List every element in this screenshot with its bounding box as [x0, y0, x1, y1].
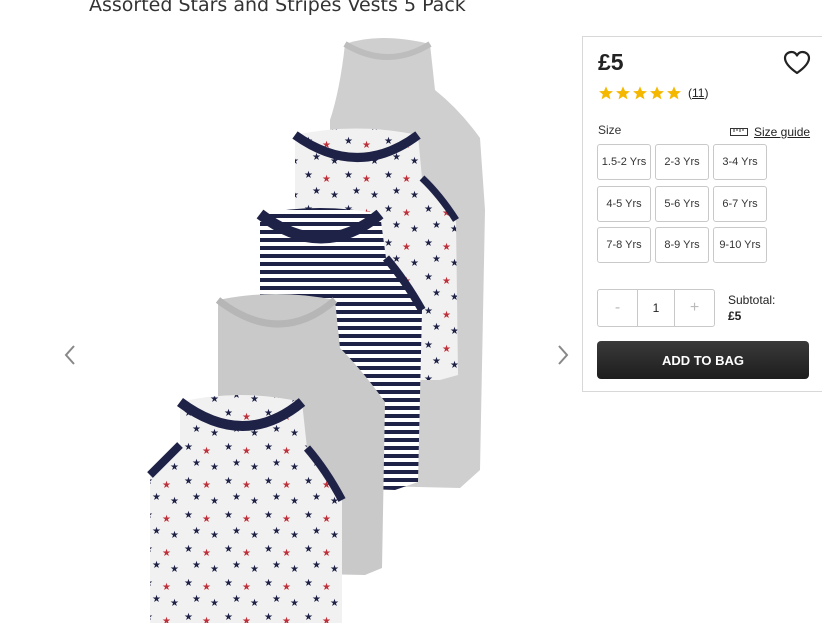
purchase-panel: £5 (11) Size Size guide 1.5-2 Yrs 2-3 Yr…	[582, 36, 822, 392]
review-count: (11)	[688, 86, 709, 100]
product-title: Assorted Stars and Stripes Vests 5 Pack	[89, 0, 466, 16]
product-price: £5	[598, 49, 624, 75]
quantity-stepper: - +	[597, 289, 715, 327]
star-icon	[650, 86, 664, 100]
star-icon	[616, 86, 630, 100]
product-image[interactable]: ★ ★ ★ ★	[140, 30, 510, 623]
size-option[interactable]: 1.5-2 Yrs	[597, 144, 651, 180]
quantity-decrement-button[interactable]: -	[598, 290, 637, 326]
review-count-link[interactable]: 11	[692, 86, 704, 100]
product-gallery: ★ ★ ★ ★	[0, 30, 580, 623]
size-option[interactable]: 6-7 Yrs	[713, 186, 767, 222]
size-option[interactable]: 8-9 Yrs	[655, 227, 709, 263]
size-option[interactable]: 5-6 Yrs	[655, 186, 709, 222]
subtotal-label: Subtotal:	[728, 293, 776, 307]
star-icon	[599, 86, 613, 100]
subtotal-value: £5	[728, 309, 742, 323]
chevron-right-icon	[558, 345, 569, 365]
size-option[interactable]: 9-10 Yrs	[713, 227, 767, 263]
star-icon	[667, 86, 681, 100]
size-option[interactable]: 2-3 Yrs	[655, 144, 709, 180]
size-option[interactable]: 7-8 Yrs	[597, 227, 651, 263]
rating-stars	[598, 85, 682, 101]
ruler-icon	[730, 128, 748, 136]
size-option[interactable]: 4-5 Yrs	[597, 186, 651, 222]
quantity-input[interactable]	[637, 290, 675, 326]
size-guide-link[interactable]: Size guide	[730, 125, 810, 139]
gallery-next-button[interactable]	[553, 342, 573, 368]
gallery-prev-button[interactable]	[60, 342, 80, 368]
heart-icon	[783, 50, 811, 75]
size-label: Size	[598, 123, 622, 137]
subtotal: Subtotal: £5	[728, 292, 775, 324]
size-guide-label: Size guide	[754, 125, 811, 139]
chevron-left-icon	[64, 345, 75, 365]
product-rating: (11)	[598, 85, 708, 101]
add-to-bag-button[interactable]: ADD TO BAG	[597, 341, 809, 379]
star-icon	[633, 86, 647, 100]
wishlist-button[interactable]	[783, 50, 811, 76]
size-option[interactable]: 3-4 Yrs	[713, 144, 767, 180]
quantity-increment-button[interactable]: +	[675, 290, 714, 326]
